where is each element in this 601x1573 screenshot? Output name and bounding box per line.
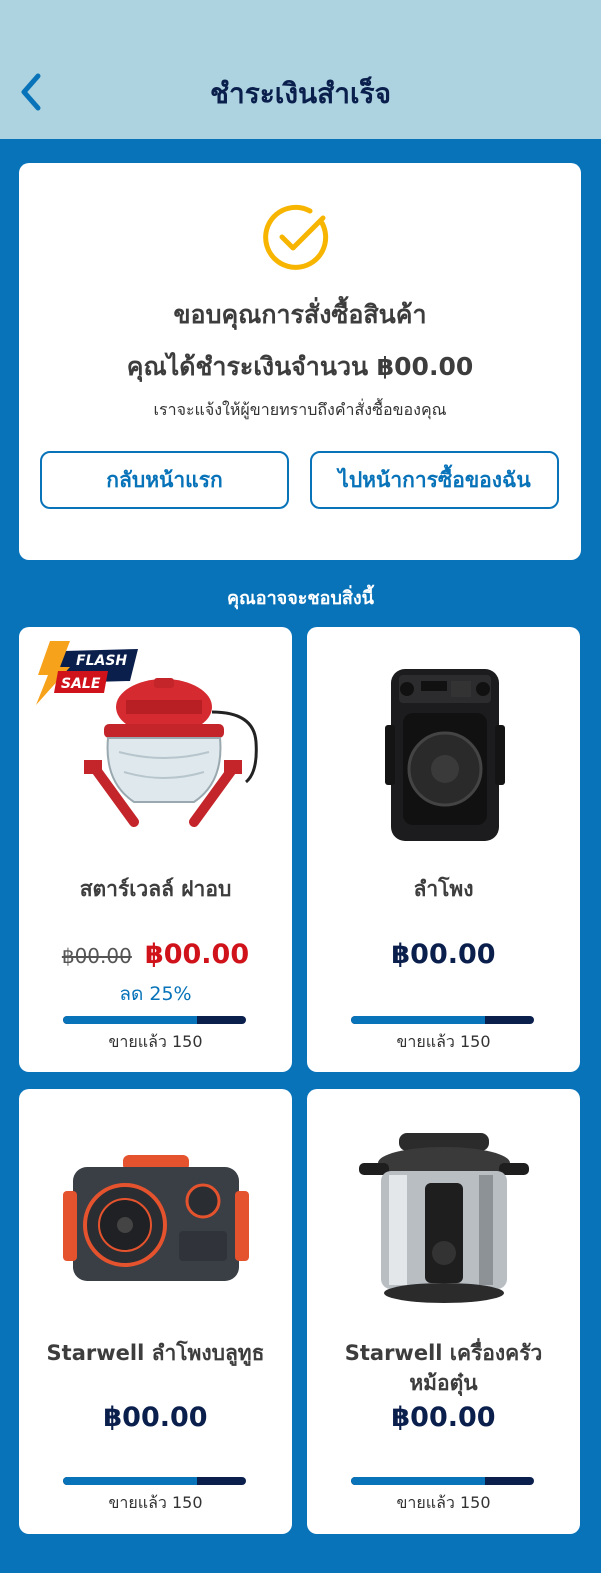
sold-progress-fill [351,1016,485,1024]
price: ฿00.00 [391,939,496,970]
flash-sale-badge: FLASH SALE [36,641,138,705]
product-card-bluetooth-speaker[interactable]: Starwell ลำโพงบลูทูธ ฿00.00 ขายแล้ว 150 [19,1089,292,1534]
product-card-pressure-cooker[interactable]: Starwell เครื่องครัว หม้อตุ๋น ฿00.00 ขาย… [307,1089,580,1534]
price-row: ฿00.00 [19,1402,292,1433]
recommendations-heading: คุณอาจจะชอบสิ่งนี้ [227,588,374,609]
top-bar: ชำระเงินสำเร็จ [0,0,601,139]
product-name: Starwell ลำโพงบลูทูธ [46,1341,265,1365]
speaker-image [385,669,505,841]
discount-label: ลด 25% [119,983,192,1005]
page-title: ชำระเงินสำเร็จ [209,77,391,110]
product-name-line-1: Starwell เครื่องครัว [344,1341,543,1365]
paid-amount-text: คุณได้ชำระเงินจำนวน ฿00.00 [126,352,474,381]
sold-progress-fill [63,1477,197,1485]
sold-progress-bar [63,1477,246,1485]
sold-count: ขายแล้ว 150 [396,1493,491,1512]
sold-count: ขายแล้ว 150 [396,1032,491,1051]
pressure-cooker-image [359,1133,529,1303]
sold-progress-bar [63,1016,246,1024]
thank-you-heading: ขอบคุณการสั่งซื้อสินค้า [173,300,427,329]
price: ฿00.00 [391,1402,496,1433]
payment-success-card: ขอบคุณการสั่งซื้อสินค้า คุณได้ชำระเงินจำ… [19,163,581,560]
price: ฿00.00 [103,1402,208,1433]
original-price: ฿00.00 [61,944,132,968]
sold-count: ขายแล้ว 150 [108,1032,203,1051]
sale-price: ฿00.00 [144,939,250,970]
price-row: ฿00.00 ฿00.00 [19,939,292,970]
sold-progress-bar [351,1016,534,1024]
sale-label: SALE [61,676,101,692]
sold-progress-fill [63,1016,197,1024]
product-card-speaker[interactable]: ลำโพง ฿00.00 ขายแล้ว 150 [307,627,580,1072]
back-to-home-button[interactable]: กลับหน้าแรก [40,451,289,509]
product-card-air-fryer[interactable]: FLASH SALE สตาร์เวลล์ ฝาอบ ฿00.00 ฿00.00… [19,627,292,1072]
product-name-line-2: หม้อตุ๋น [409,1371,478,1395]
sold-progress-bar [351,1477,534,1485]
sold-count: ขายแล้ว 150 [108,1493,203,1512]
notify-seller-text: เราจะแจ้งให้ผู้ขายทราบถึงคำสั่งซื้อของคุ… [153,400,447,419]
bluetooth-speaker-image [63,1155,249,1281]
price-row: ฿00.00 [307,1402,580,1433]
product-name: ลำโพง [413,877,474,901]
sold-progress-fill [351,1477,485,1485]
check-circle-icon [263,204,329,270]
flash-label: FLASH [76,653,127,669]
price-row: ฿00.00 [307,939,580,970]
go-to-my-orders-button[interactable]: ไปหน้าการซื้อของฉัน [310,451,559,509]
product-name: สตาร์เวลล์ ฝาอบ [79,877,232,901]
